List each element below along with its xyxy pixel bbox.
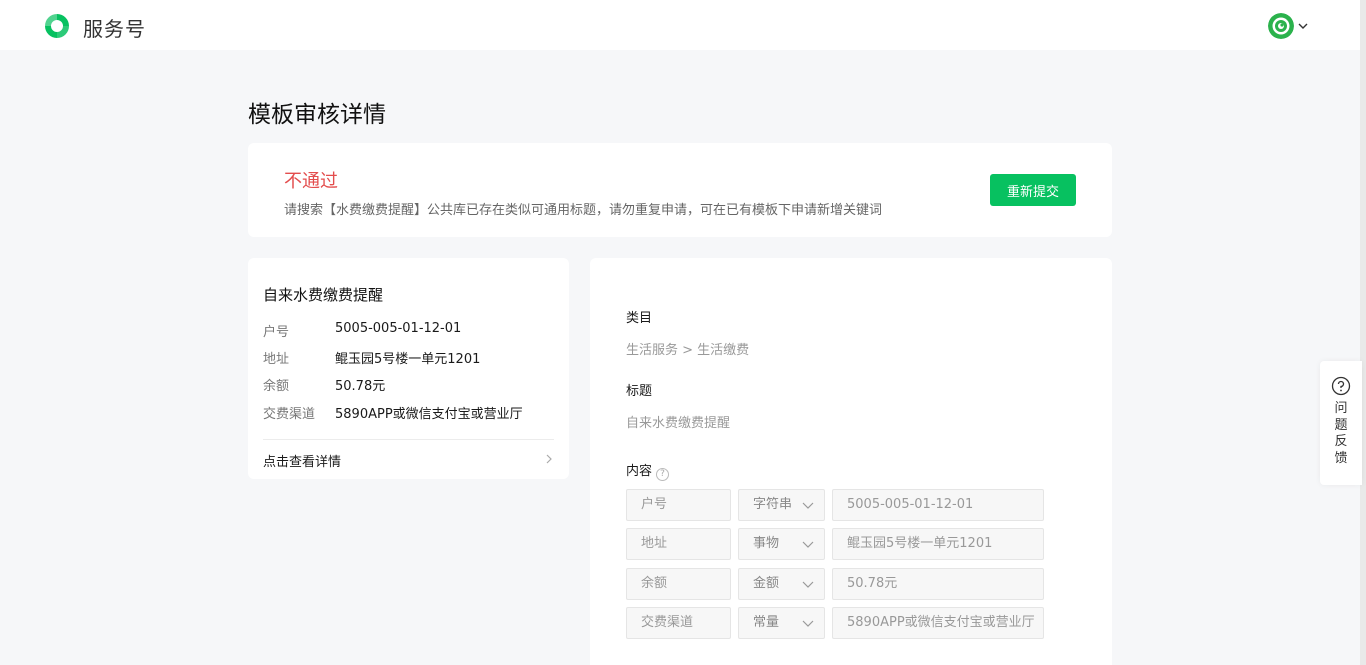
category-label: 类目 [626, 311, 653, 326]
field-example-input[interactable]: 5005-005-01-12-01 [832, 489, 1044, 521]
field-example-input[interactable]: 50.78元 [832, 568, 1044, 600]
field-name-input[interactable]: 交费渠道 [626, 607, 731, 639]
chevron-down-icon [1298, 23, 1308, 29]
title-value: 自来水费缴费提醒 [626, 416, 731, 431]
help-icon[interactable]: ? [656, 468, 670, 481]
preview-row-value: 鲲玉园5号楼一单元1201 [335, 352, 481, 367]
divider [263, 439, 554, 440]
avatar [1268, 13, 1294, 39]
service-account-logo-icon[interactable] [42, 11, 72, 41]
chevron-down-icon [802, 541, 814, 548]
field-type-value: 常量 [753, 615, 780, 630]
question-circle-icon [1331, 376, 1351, 396]
preview-title: 自来水费缴费提醒 [263, 286, 384, 304]
content-field-row: 交费渠道 常量 5890APP或微信支付宝或营业厅 [626, 607, 1044, 639]
template-preview-card: 自来水费缴费提醒 户号 5005-005-01-12-01 地址 鲲玉园5号楼一… [248, 258, 569, 479]
content-field-row: 地址 事物 鲲玉园5号楼一单元1201 [626, 528, 1044, 560]
content-field-row: 户号 字符串 5005-005-01-12-01 [626, 489, 1044, 521]
preview-row: 交费渠道 5890APP或微信支付宝或营业厅 [263, 403, 523, 422]
template-info-card: 类目 生活服务 > 生活缴费 标题 自来水费缴费提醒 内容? 户号 字符串 50… [590, 258, 1112, 665]
content-field-row: 余额 金额 50.78元 [626, 568, 1044, 600]
field-type-select[interactable]: 事物 [738, 528, 825, 560]
title-label: 标题 [626, 384, 653, 399]
preview-row: 余额 50.78元 [263, 375, 385, 394]
field-name-input[interactable]: 地址 [626, 528, 731, 560]
field-name-input[interactable]: 余额 [626, 568, 731, 600]
content-label: 内容 [626, 464, 653, 479]
preview-row-key: 户号 [263, 325, 290, 340]
chevron-down-icon [802, 502, 814, 509]
view-details-link[interactable]: 点击查看详情 [263, 451, 341, 470]
chevron-right-icon [546, 454, 552, 464]
category-value: 生活服务 > 生活缴费 [626, 343, 750, 358]
page-title: 模板审核详情 [248, 102, 386, 128]
field-type-select[interactable]: 字符串 [738, 489, 825, 521]
review-message: 请搜索【水费缴费提醒】公共库已存在类似可通用标题，请勿重复申请，可在已有模板下申… [284, 203, 883, 218]
field-type-value: 金额 [753, 576, 780, 591]
field-name-input[interactable]: 户号 [626, 489, 731, 521]
preview-row-value: 5005-005-01-12-01 [335, 321, 462, 336]
preview-row: 地址 鲲玉园5号楼一单元1201 [263, 348, 480, 367]
preview-row-key: 余额 [263, 379, 290, 394]
review-result: 不通过 [284, 171, 338, 192]
preview-row-key: 地址 [263, 352, 290, 367]
field-example-input[interactable]: 鲲玉园5号楼一单元1201 [832, 528, 1044, 560]
field-type-value: 字符串 [753, 497, 793, 512]
page-scrollbar[interactable] [1360, 0, 1366, 665]
top-bar: 服务号 [0, 0, 1360, 50]
brand-title: 服务号 [83, 17, 146, 41]
field-type-value: 事物 [753, 536, 780, 551]
feedback-label: 问题反馈 [1334, 401, 1348, 466]
preview-row: 户号 5005-005-01-12-01 [263, 321, 461, 340]
feedback-button[interactable]: 问题反馈 [1320, 361, 1362, 485]
resubmit-button[interactable]: 重新提交 [990, 174, 1076, 206]
field-type-select[interactable]: 金额 [738, 568, 825, 600]
review-status-card: 不通过 请搜索【水费缴费提醒】公共库已存在类似可通用标题，请勿重复申请，可在已有… [248, 143, 1112, 237]
chevron-down-icon [802, 620, 814, 627]
account-menu[interactable] [1268, 13, 1309, 39]
content-label-wrap: 内容? [626, 460, 670, 481]
preview-row-value: 5890APP或微信支付宝或营业厅 [335, 407, 523, 422]
preview-row-value: 50.78元 [335, 379, 386, 394]
chevron-down-icon [802, 581, 814, 588]
field-example-input[interactable]: 5890APP或微信支付宝或营业厅 [832, 607, 1044, 639]
preview-row-key: 交费渠道 [263, 407, 316, 422]
field-type-select[interactable]: 常量 [738, 607, 825, 639]
